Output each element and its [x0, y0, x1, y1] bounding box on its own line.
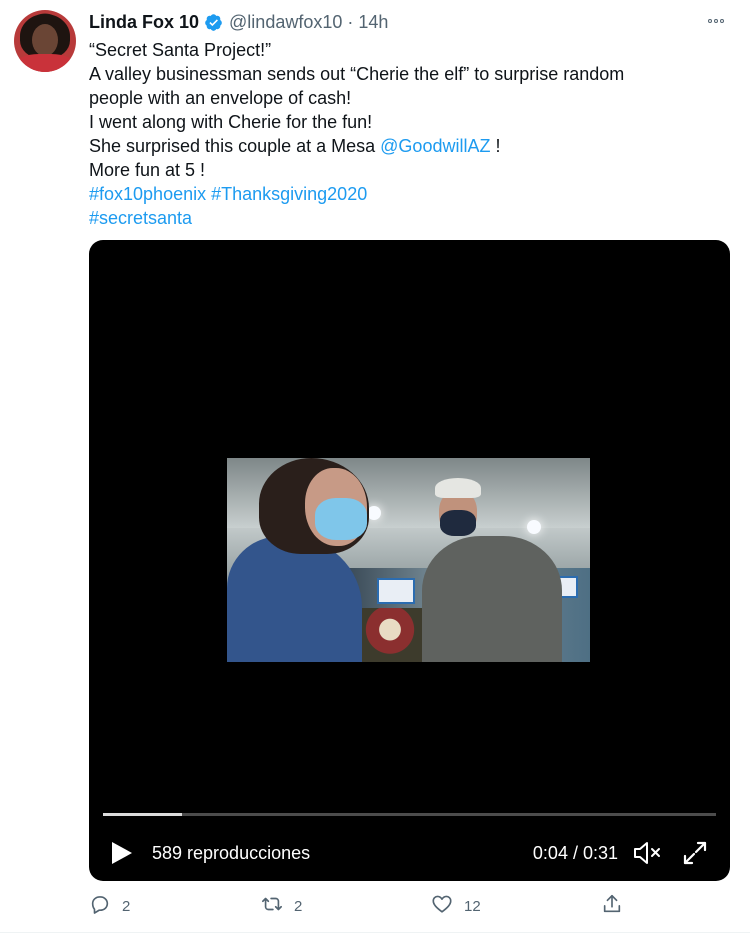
play-icon[interactable]	[111, 841, 133, 865]
woman-coat	[227, 536, 362, 662]
hashtag-links[interactable]: #fox10phoenix #Thanksgiving2020	[89, 182, 729, 206]
verified-badge-icon	[204, 13, 223, 32]
like-button[interactable]: 12	[431, 893, 481, 919]
man-figure	[422, 478, 572, 662]
tweet-line-text: !	[490, 136, 501, 156]
hashtag-link[interactable]: #secretsanta	[89, 206, 729, 230]
reply-button[interactable]: 2	[89, 893, 130, 919]
man-mask	[440, 510, 476, 536]
avatar-face	[32, 24, 58, 56]
tweet-line: people with an envelope of cash!	[89, 88, 352, 108]
like-count: 12	[464, 897, 481, 915]
tweet-line: “Secret Santa Project!”	[89, 40, 272, 60]
video-frame[interactable]	[227, 458, 590, 662]
video-progress-fill	[103, 813, 183, 816]
man-sweater	[422, 536, 562, 662]
share-button[interactable]	[601, 893, 623, 919]
mention-link[interactable]: @GoodwillAZ	[380, 136, 490, 156]
volume-muted-icon[interactable]	[632, 839, 662, 867]
author-handle[interactable]: @lindawfox10	[229, 12, 342, 33]
author-display-name[interactable]: Linda Fox 10	[89, 12, 199, 33]
tweet-actions: 2 2 12	[89, 893, 734, 919]
more-dot-icon	[708, 19, 712, 23]
tweet-line-text: She surprised this couple at a Mesa	[89, 136, 381, 156]
avatar-shirt	[14, 54, 76, 72]
tweet-line: A valley businessman sends out “Cherie t…	[89, 64, 625, 84]
tweet-line: More fun at 5 !	[89, 160, 206, 180]
more-dot-icon	[714, 19, 718, 23]
meta-separator: ·	[347, 11, 354, 32]
video-timecode: 0:04 / 0:31	[532, 843, 618, 863]
reply-icon	[89, 893, 111, 919]
more-dot-icon	[720, 19, 724, 23]
tweet-line: I went along with Cherie for the fun!	[89, 112, 373, 132]
retweet-icon	[261, 893, 283, 919]
woman-figure	[227, 458, 369, 662]
retweet-button[interactable]: 2	[261, 893, 302, 919]
woman-mask	[315, 498, 367, 540]
ceiling-light	[367, 506, 381, 520]
retweet-count: 2	[294, 897, 303, 915]
store-sign	[377, 578, 415, 604]
share-icon	[601, 893, 623, 919]
reply-count: 2	[122, 897, 131, 915]
tweet-text: “Secret Santa Project!” A valley busines…	[89, 38, 729, 230]
author-avatar[interactable]	[14, 10, 76, 72]
tweet-header: Linda Fox 10 @lindawfox10 · 14h	[89, 11, 388, 33]
more-options-icon[interactable]	[703, 12, 729, 30]
video-player[interactable]: 589 reproducciones 0:04 / 0:31	[89, 240, 730, 881]
video-progress-bar[interactable]	[103, 813, 716, 816]
tweet-timestamp[interactable]: 14h	[358, 12, 388, 33]
man-cap	[435, 478, 481, 498]
tweet-divider	[0, 932, 750, 933]
tweet-line: She surprised this couple at a Mesa @Goo…	[89, 134, 729, 158]
fullscreen-icon[interactable]	[681, 839, 709, 867]
heart-icon	[431, 893, 453, 919]
view-count: 589 reproducciones	[152, 843, 311, 863]
